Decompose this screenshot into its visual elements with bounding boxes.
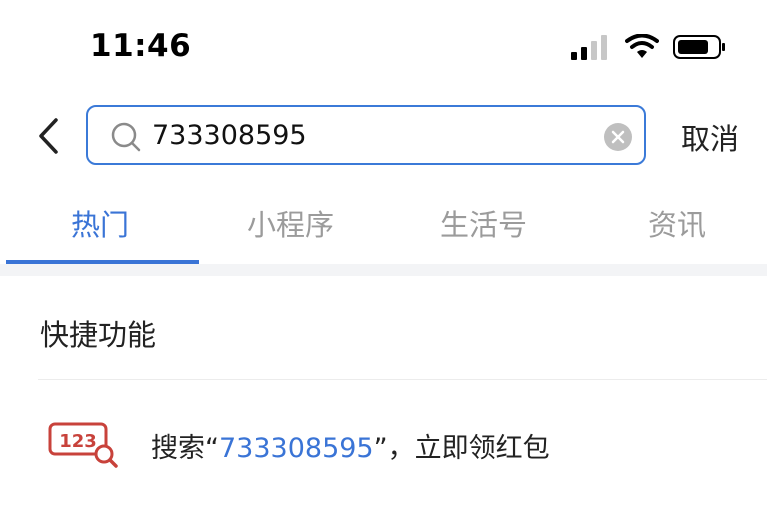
status-time: 11:46	[90, 28, 192, 64]
quick-function-suffix: ”，立即领红包	[373, 433, 550, 464]
cancel-button[interactable]: 取消	[681, 116, 739, 158]
search-box[interactable]	[86, 105, 646, 165]
signal-icon	[571, 34, 611, 64]
back-button[interactable]	[28, 112, 68, 160]
tab-news[interactable]: 资讯	[648, 202, 706, 244]
chevron-left-icon	[39, 118, 58, 154]
section-separator	[0, 264, 767, 276]
status-bar: 11:46	[0, 0, 767, 96]
quick-function-query: 733308595	[219, 433, 374, 464]
quick-function-prefix: 搜索“	[151, 433, 219, 464]
status-icons	[571, 33, 727, 64]
number-search-icon-text: 123	[59, 431, 97, 452]
wifi-icon	[625, 33, 659, 64]
quick-function-label: 搜索“733308595”，立即领红包	[151, 426, 550, 465]
tab-bar: 热门 小程序 生活号 资讯	[0, 190, 767, 264]
search-page: 11:46 733308595 取消 热门 小程序 生活号 资讯 快捷功能 12…	[0, 0, 767, 515]
close-icon	[611, 130, 625, 144]
clear-search-button[interactable]	[604, 123, 632, 151]
number-search-icon: 123	[48, 422, 118, 468]
tab-life-accounts[interactable]: 生活号	[440, 202, 527, 244]
tab-mini-programs[interactable]: 小程序	[247, 202, 334, 244]
divider	[38, 379, 767, 380]
search-icon	[111, 122, 141, 152]
tab-hot[interactable]: 热门	[71, 202, 129, 244]
section-title: 快捷功能	[40, 318, 157, 352]
quick-function-item[interactable]: 123 搜索“733308595”，立即领红包	[0, 390, 767, 500]
search-input[interactable]	[152, 117, 562, 153]
battery-icon	[673, 34, 727, 64]
